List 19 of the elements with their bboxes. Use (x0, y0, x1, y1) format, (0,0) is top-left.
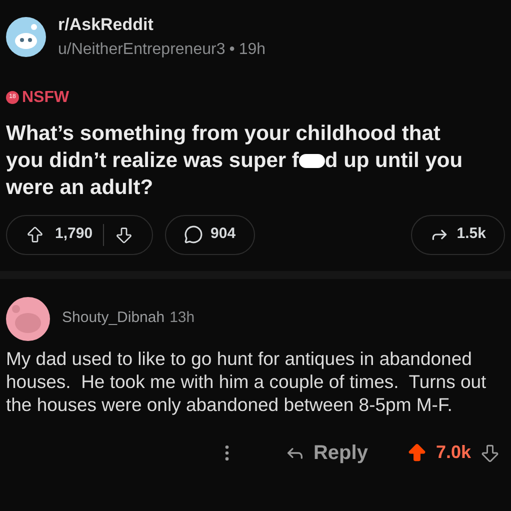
comments-button[interactable]: 904 (164, 214, 255, 254)
upvote-icon[interactable] (25, 224, 45, 244)
reply-button[interactable]: Reply (285, 438, 368, 468)
post-age: 19h (238, 40, 266, 60)
comment-author[interactable]: Shouty_Dibnah (62, 307, 165, 330)
comment-icon (184, 225, 203, 244)
snoo-avatar-icon (6, 16, 46, 57)
separator-dot: • (229, 40, 235, 60)
upvote-count: 1,790 (55, 224, 93, 244)
nsfw-label: NSFW (22, 88, 70, 108)
post-author[interactable]: u/NeitherEntrepreneur3 (58, 38, 226, 62)
comment-age: 13h (170, 308, 195, 328)
user-avatar-icon (6, 296, 50, 340)
post-title: What’s something from your childhood that you didn’t realize was super f d up until you were an adult? (5, 120, 464, 200)
comment-score: 7.0k (436, 441, 471, 464)
share-button[interactable]: 1.5k (410, 214, 505, 254)
downvote-icon[interactable] (114, 224, 134, 244)
comment-body: My dad used to like to go hunt for antiques in abandoned houses. He took me with him a couple of times. Turns out the houses were only abandoned between 8-5pm M-F. (5, 346, 488, 416)
subreddit-name[interactable]: r/AskReddit (58, 12, 266, 38)
